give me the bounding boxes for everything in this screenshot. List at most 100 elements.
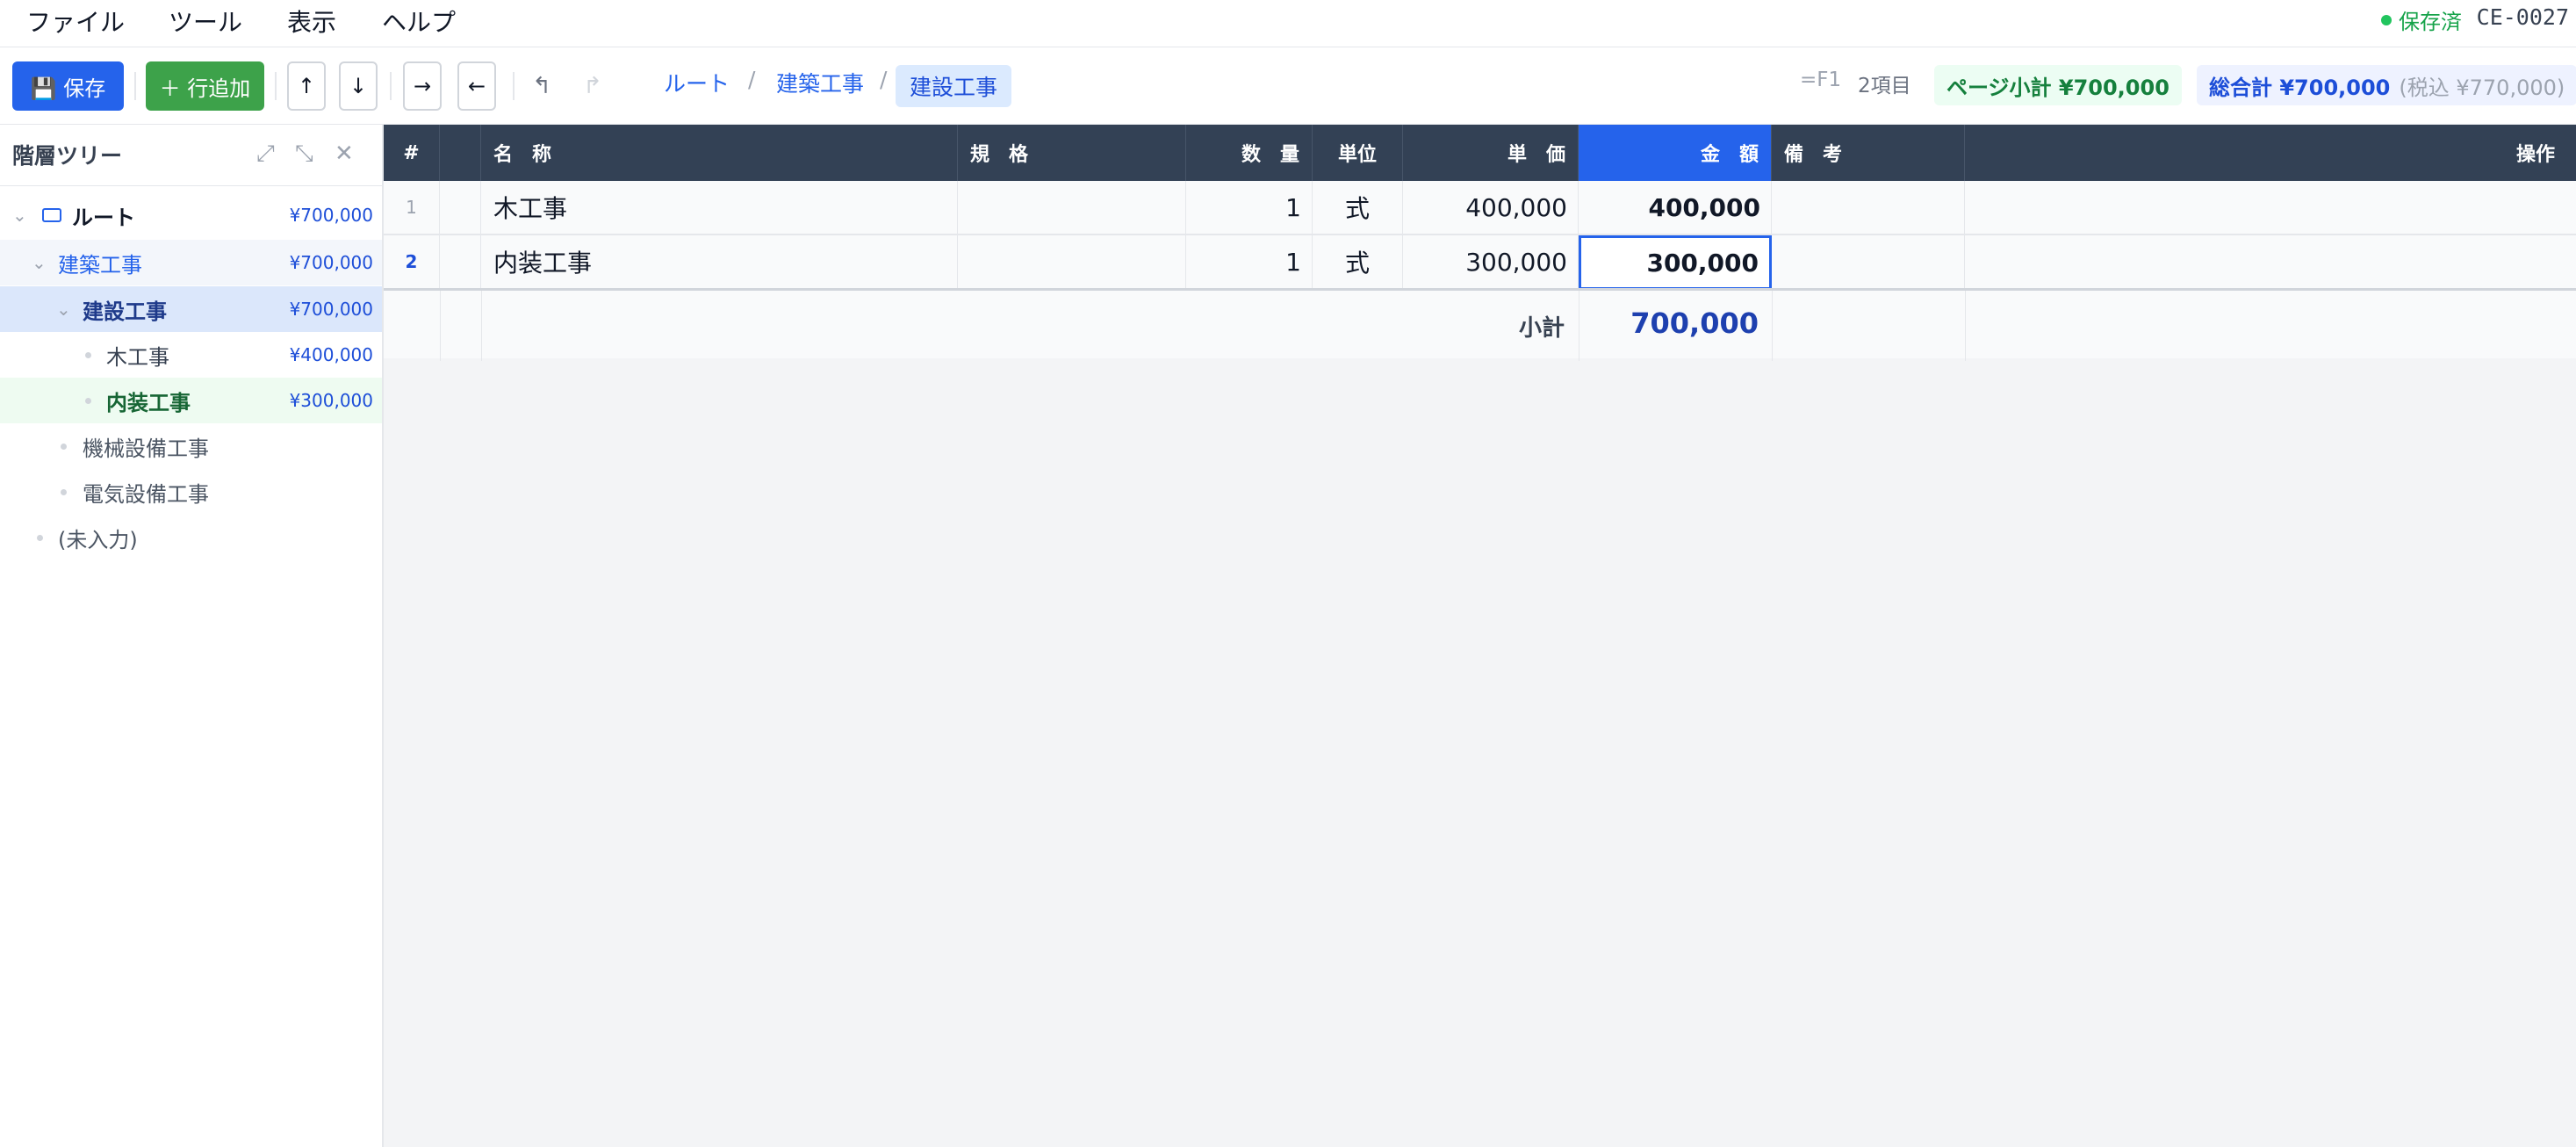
breadcrumb-separator: /: [748, 67, 756, 92]
chevron-down-icon[interactable]: ⌄: [56, 299, 71, 320]
toolbar-divider: [275, 72, 277, 100]
column-divider: [1965, 291, 1966, 361]
table-header: # 名 称 規 格 数 量 単位 単 価 金 額 備 考 操作: [384, 125, 2576, 181]
tree-item-carpentry[interactable]: 木工事 ¥400,000: [0, 332, 382, 378]
row-index: 2: [384, 235, 440, 288]
name-cell[interactable]: 木工事: [481, 181, 958, 234]
grand-total: 総合計 ¥700,000: [2209, 75, 2391, 100]
tree-item-label: 木工事: [106, 344, 169, 370]
toolbar-divider: [390, 72, 392, 100]
document-id: CE-0027: [2476, 4, 2569, 30]
tree-item-building[interactable]: ⌄ 建築工事 ¥700,000: [0, 240, 382, 285]
row-marker-cell[interactable]: [440, 181, 481, 234]
column-header-unit[interactable]: 単位: [1313, 125, 1403, 181]
column-header-note[interactable]: 備 考: [1772, 125, 1965, 181]
bullet-icon: [85, 351, 91, 358]
quantity-cell[interactable]: 1: [1186, 235, 1313, 288]
tree-item-interior[interactable]: 内装工事 ¥300,000: [0, 378, 382, 423]
tree-item-mechanical[interactable]: 機械設備工事: [0, 423, 382, 469]
breadcrumb-separator: /: [880, 67, 888, 92]
bullet-icon: [37, 534, 43, 541]
save-status: 保存済: [2381, 4, 2462, 35]
unit-price-cell[interactable]: 400,000: [1403, 181, 1579, 234]
subtotal-row: 小計 700,000: [384, 288, 2576, 361]
column-header-index: #: [384, 125, 440, 181]
column-header-quantity[interactable]: 数 量: [1186, 125, 1313, 181]
unit-cell[interactable]: 式: [1313, 181, 1403, 234]
redo-button[interactable]: ↱: [575, 61, 610, 111]
menu-tools[interactable]: ツール: [169, 4, 242, 39]
menu-file[interactable]: ファイル: [26, 4, 125, 39]
note-cell[interactable]: [1772, 235, 1965, 288]
close-icon[interactable]: ✕: [335, 141, 354, 167]
table-row[interactable]: 2 内装工事 1 式 300,000 300,000: [384, 235, 2576, 290]
name-cell[interactable]: 内装工事: [481, 235, 958, 288]
subtotal-label: 小計: [1518, 315, 1565, 342]
spec-cell[interactable]: [958, 235, 1186, 288]
shortcut-hint: =F1: [1800, 69, 1842, 91]
undo-button[interactable]: ↰: [524, 61, 559, 111]
column-header-name[interactable]: 名 称: [481, 125, 958, 181]
unit-cell[interactable]: 式: [1313, 235, 1403, 288]
column-header-spec[interactable]: 規 格: [958, 125, 1186, 181]
page-subtotal-badge: ページ小計 ¥700,000: [1934, 65, 2182, 105]
add-row-button[interactable]: ＋ 行追加: [146, 61, 264, 111]
chevron-down-icon[interactable]: ⌄: [32, 252, 47, 273]
amount-cell[interactable]: 400,000: [1579, 181, 1772, 234]
item-count: 2項目: [1858, 75, 1911, 97]
bullet-icon: [85, 397, 91, 404]
tree-item-label: 建築工事: [58, 252, 142, 278]
tree-item-label: 機械設備工事: [83, 436, 209, 461]
save-button[interactable]: 💾 保存: [12, 61, 124, 111]
tree-item-construction[interactable]: ⌄ 建設工事 ¥700,000: [0, 286, 382, 332]
tree-item-empty[interactable]: (未入力): [0, 515, 382, 560]
hierarchy-tree-panel: 階層ツリー ⤢ ⤡ ✕ ⌄ ルート ¥700,000 ⌄ 建築工事 ¥700,0…: [0, 125, 384, 1147]
amount-cell-selected[interactable]: 300,000: [1579, 235, 1772, 290]
column-header-unit-price[interactable]: 単 価: [1403, 125, 1579, 181]
note-cell[interactable]: [1772, 181, 1965, 234]
chevron-down-icon[interactable]: ⌄: [12, 205, 27, 226]
tree-item-amount: ¥700,000: [289, 252, 373, 273]
column-header-amount[interactable]: 金 額: [1579, 125, 1772, 181]
tree-item-label: 電気設備工事: [83, 481, 209, 507]
outdent-button[interactable]: ←: [457, 61, 496, 111]
unit-price-cell[interactable]: 300,000: [1403, 235, 1579, 288]
move-down-button[interactable]: ↓: [339, 61, 378, 111]
column-divider: [440, 291, 441, 361]
tree-item-electrical[interactable]: 電気設備工事: [0, 469, 382, 515]
tree-item-amount: ¥400,000: [289, 344, 373, 365]
operations-cell[interactable]: [1965, 235, 2576, 288]
quantity-cell[interactable]: 1: [1186, 181, 1313, 234]
menu-help[interactable]: ヘルプ: [382, 4, 456, 39]
tree-item-label: (未入力): [58, 527, 138, 552]
breadcrumb-root[interactable]: ルート: [664, 67, 730, 98]
menu-bar: ファイル ツール 表示 ヘルプ 保存済 CE-0027: [0, 0, 2576, 47]
operations-cell[interactable]: [1965, 181, 2576, 234]
grand-total-badge: 総合計 ¥700,000 (税込 ¥770,000): [2197, 65, 2576, 105]
expand-all-icon[interactable]: ⤢: [256, 141, 275, 168]
column-header-operations: 操作: [2515, 144, 2555, 166]
menu-view[interactable]: 表示: [287, 4, 336, 39]
breadcrumb-current[interactable]: 建設工事: [896, 65, 1012, 107]
row-marker-cell[interactable]: [440, 235, 481, 288]
tree-item-label: ルート: [72, 205, 135, 230]
indent-button[interactable]: →: [403, 61, 442, 111]
tax-included-total: (税込 ¥770,000): [2399, 75, 2565, 100]
tree-item-root[interactable]: ⌄ ルート ¥700,000: [0, 192, 382, 238]
save-status-label: 保存済: [2399, 10, 2462, 34]
tree-item-amount: ¥700,000: [289, 299, 373, 320]
status-dot-icon: [2381, 14, 2392, 25]
toolbar-divider: [513, 72, 514, 100]
collapse-all-icon[interactable]: ⤡: [295, 141, 313, 168]
tree-item-amount: ¥700,000: [289, 205, 373, 226]
column-divider: [1772, 291, 1773, 361]
breadcrumb-building[interactable]: 建築工事: [776, 67, 864, 98]
spec-cell[interactable]: [958, 181, 1186, 234]
move-up-button[interactable]: ↑: [287, 61, 326, 111]
tree-panel-header: 階層ツリー ⤢ ⤡ ✕: [0, 125, 382, 186]
tree-item-label: 建設工事: [83, 299, 167, 324]
toolbar: 💾 保存 ＋ 行追加 ↑ ↓ → ← ↰ ↱ ルート / 建築工事 / 建設工事…: [0, 47, 2576, 125]
column-divider: [481, 291, 482, 361]
tree-item-label: 内装工事: [106, 390, 191, 415]
table-row[interactable]: 1 木工事 1 式 400,000 400,000: [384, 181, 2576, 235]
